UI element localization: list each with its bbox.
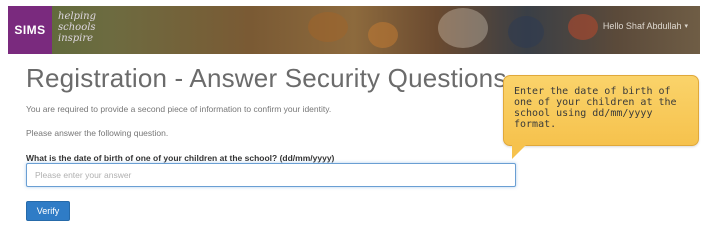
decorative-leaf bbox=[508, 16, 544, 48]
decorative-leaf bbox=[368, 22, 398, 48]
tagline-line: schools bbox=[58, 22, 96, 33]
security-question-label: What is the date of birth of one of your… bbox=[26, 153, 335, 163]
security-answer-input[interactable] bbox=[26, 163, 516, 187]
decorative-leaf bbox=[568, 14, 598, 40]
caret-down-icon: ▾ bbox=[684, 23, 688, 30]
decorative-leaf bbox=[438, 8, 488, 48]
decorative-leaf bbox=[308, 12, 348, 42]
hint-callout: Enter the date of birth of one of your c… bbox=[503, 75, 699, 146]
header-banner: SIMS helping schools inspire Hello Shaf … bbox=[8, 6, 700, 54]
tagline: helping schools inspire bbox=[58, 11, 96, 44]
tagline-line: helping bbox=[58, 11, 96, 22]
identity-instruction: You are required to provide a second pie… bbox=[26, 104, 332, 114]
verify-button[interactable]: Verify bbox=[26, 201, 70, 221]
sims-logo[interactable]: SIMS bbox=[8, 6, 52, 54]
user-menu[interactable]: Hello Shaf Abdullah ▾ bbox=[603, 21, 688, 31]
answer-instruction: Please answer the following question. bbox=[26, 128, 169, 138]
logo-text: SIMS bbox=[14, 23, 46, 37]
page-title: Registration - Answer Security Questions bbox=[26, 63, 507, 93]
hint-text: Enter the date of birth of one of your c… bbox=[514, 86, 677, 130]
tagline-line: inspire bbox=[58, 33, 94, 44]
user-name: Hello Shaf Abdullah bbox=[602, 21, 682, 31]
callout-pointer bbox=[512, 145, 526, 159]
